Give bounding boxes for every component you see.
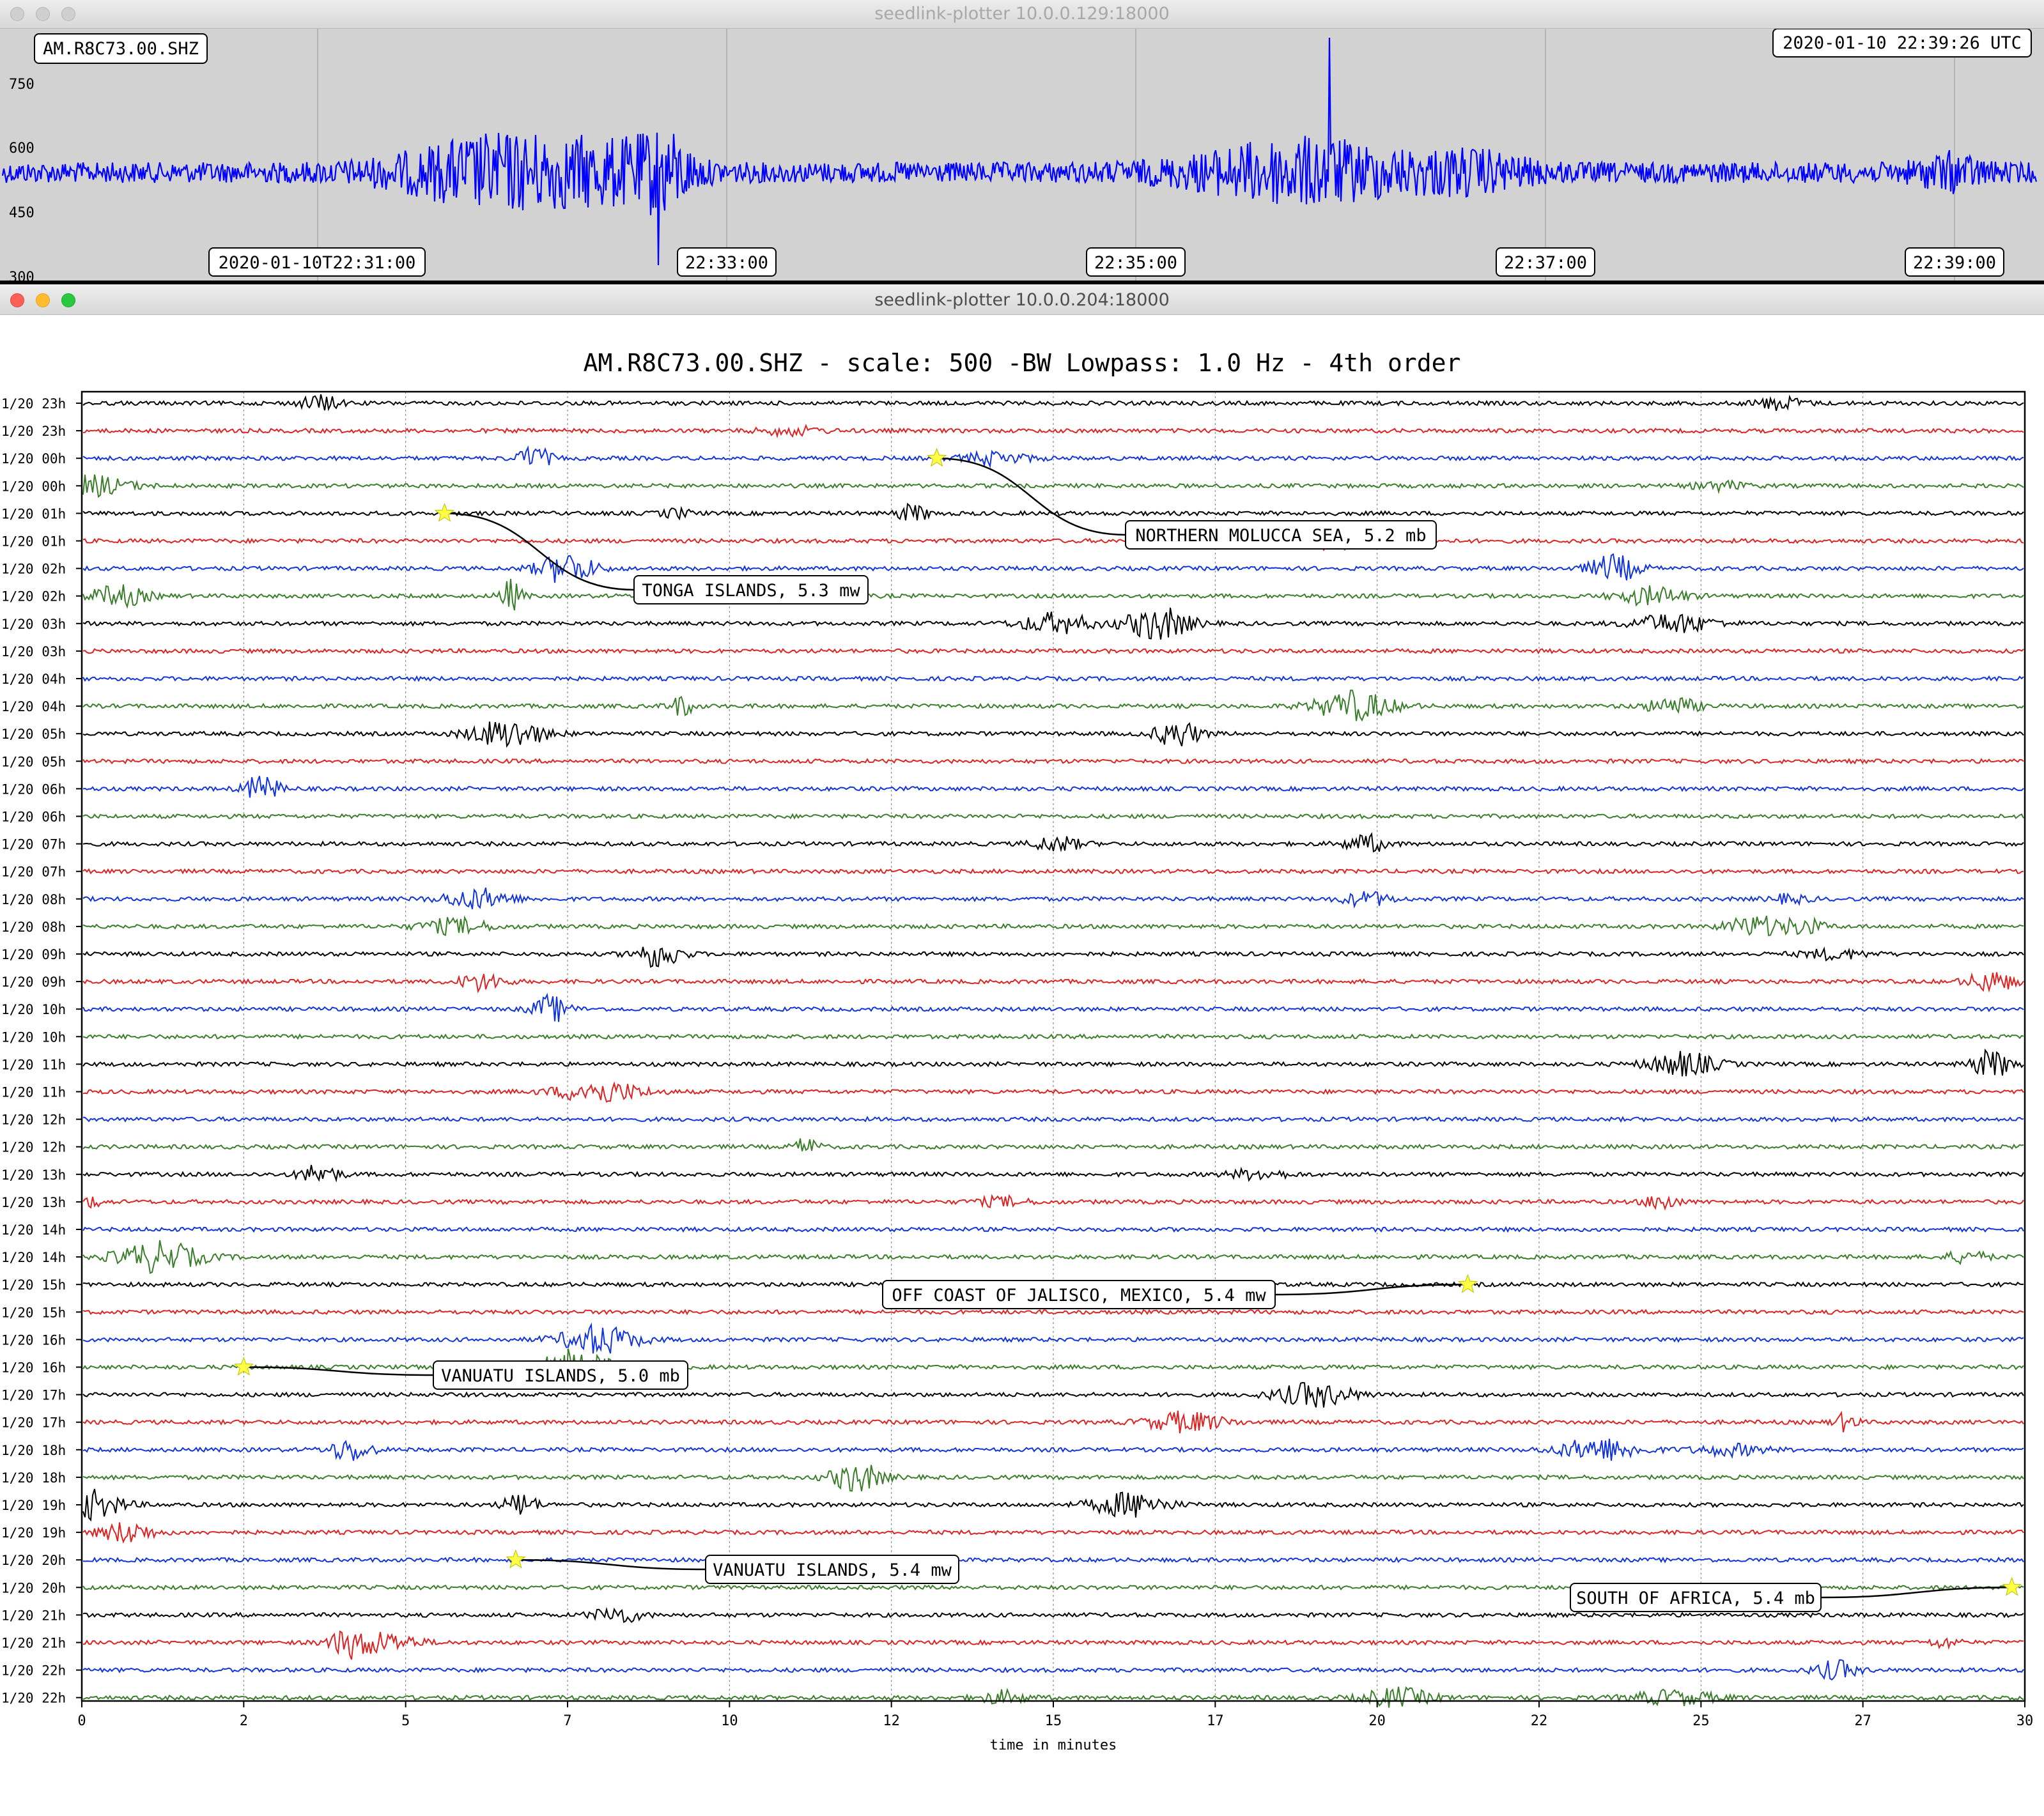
row-time-label: 1/20 19h xyxy=(1,1498,66,1513)
time-label-box: 22:33:00 xyxy=(677,247,777,277)
row-time-label: 1/20 18h xyxy=(1,1470,66,1486)
station-label-box: AM.R8C73.00.SHZ xyxy=(34,33,208,64)
event-label: NORTHERN MOLUCCA SEA, 5.2 mb xyxy=(1135,526,1426,546)
row-time-label: 1/20 04h xyxy=(1,672,66,687)
event-label: VANUATU ISLANDS, 5.4 mw xyxy=(713,1560,952,1580)
station-label: AM.R8C73.00.SHZ xyxy=(43,39,199,59)
y-tick-label: 450 xyxy=(9,205,35,221)
x-tick-label: 7 xyxy=(563,1713,571,1729)
row-time-label: 1/20 02h xyxy=(1,589,66,604)
x-tick-label: 0 xyxy=(77,1713,86,1729)
time-label-box: 2020-01-10T22:31:00 xyxy=(208,247,426,277)
y-tick-label: 750 xyxy=(9,77,35,93)
row-time-label: 1/20 14h xyxy=(1,1250,66,1265)
x-tick-label: 30 xyxy=(2017,1713,2034,1729)
row-time-label: 1/20 08h xyxy=(1,920,66,935)
row-time-label: 1/20 03h xyxy=(1,644,66,659)
row-time-label: 1/20 13h xyxy=(1,1195,66,1210)
row-time-label: 1/20 00h xyxy=(1,479,66,494)
row-time-label: 1/20 01h xyxy=(1,506,66,521)
row-time-label: 1/20 17h xyxy=(1,1388,66,1403)
row-time-label: 1/20 06h xyxy=(1,781,66,797)
bottom-window: seedlink-plotter 10.0.0.204:18000 AM.R8C… xyxy=(0,286,2044,1816)
row-time-label: 1/20 05h xyxy=(1,754,66,769)
row-time-label: 1/20 00h xyxy=(1,451,66,466)
bottom-window-titlebar[interactable]: seedlink-plotter 10.0.0.204:18000 xyxy=(0,286,2044,315)
time-label: 22:33:00 xyxy=(685,253,768,273)
top-window: seedlink-plotter 10.0.0.129:18000 750 60… xyxy=(0,0,2044,284)
row-time-label: 1/20 23h xyxy=(1,396,66,412)
row-time-label: 1/20 05h xyxy=(1,727,66,742)
row-time-label: 1/20 19h xyxy=(1,1525,66,1541)
event-label: SOUTH OF AFRICA, 5.4 mb xyxy=(1576,1589,1815,1608)
row-time-label: 1/20 07h xyxy=(1,837,66,852)
row-time-label: 1/20 22h xyxy=(1,1691,66,1706)
x-tick-label: 22 xyxy=(1531,1713,1548,1729)
top-window-titlebar[interactable]: seedlink-plotter 10.0.0.129:18000 xyxy=(0,0,2044,29)
x-tick-label: 15 xyxy=(1045,1713,1062,1729)
row-time-label: 1/20 15h xyxy=(1,1305,66,1320)
row-time-label: 1/20 11h xyxy=(1,1057,66,1072)
row-time-label: 1/20 09h xyxy=(1,974,66,990)
row-time-label: 1/20 13h xyxy=(1,1167,66,1183)
row-time-label: 1/20 07h xyxy=(1,865,66,880)
x-tick-label: 27 xyxy=(1854,1713,1871,1729)
time-label-box: 22:37:00 xyxy=(1496,247,1595,277)
row-time-label: 1/20 01h xyxy=(1,534,66,550)
row-time-label: 1/20 04h xyxy=(1,699,66,714)
row-time-label: 1/20 23h xyxy=(1,424,66,439)
x-tick-label: 12 xyxy=(883,1713,900,1729)
row-time-label: 1/20 21h xyxy=(1,1608,66,1623)
dayplot: AM.R8C73.00.SHZ - scale: 500 -BW Lowpass… xyxy=(0,315,2044,1816)
timestamp-label-box: 2020-01-10 22:39:26 UTC xyxy=(1772,29,2032,58)
row-time-label: 1/20 16h xyxy=(1,1332,66,1348)
row-time-label: 1/20 18h xyxy=(1,1443,66,1458)
row-time-label: 1/20 14h xyxy=(1,1222,66,1238)
row-time-label: 1/20 02h xyxy=(1,562,66,577)
time-label-box: 22:39:00 xyxy=(1905,247,2004,277)
row-time-label: 1/20 12h xyxy=(1,1140,66,1155)
realtime-waveform-plot: 750 600 450 300 AM.R8C73.00.SHZ 2020-01-… xyxy=(0,29,2044,284)
row-time-label: 1/20 11h xyxy=(1,1085,66,1100)
time-label: 22:39:00 xyxy=(1913,253,1996,273)
time-label: 2020-01-10T22:31:00 xyxy=(219,253,416,273)
row-time-label: 1/20 16h xyxy=(1,1360,66,1376)
time-label: 22:35:00 xyxy=(1094,253,1177,273)
row-time-label: 1/20 20h xyxy=(1,1580,66,1596)
time-label-box: 22:35:00 xyxy=(1086,247,1186,277)
x-tick-label: 20 xyxy=(1368,1713,1386,1729)
plot-title: AM.R8C73.00.SHZ - scale: 500 -BW Lowpass… xyxy=(584,349,1461,377)
row-time-label: 1/20 06h xyxy=(1,810,66,825)
x-axis-label: time in minutes xyxy=(990,1737,1117,1753)
top-window-title: seedlink-plotter 10.0.0.129:18000 xyxy=(874,4,1170,24)
time-label: 22:37:00 xyxy=(1504,253,1587,273)
x-tick-label: 17 xyxy=(1207,1713,1224,1729)
x-tick-label: 2 xyxy=(240,1713,248,1729)
event-label: VANUATU ISLANDS, 5.0 mb xyxy=(441,1366,680,1386)
row-time-label: 1/20 12h xyxy=(1,1112,66,1128)
row-time-label: 1/20 09h xyxy=(1,947,66,962)
row-time-label: 1/20 08h xyxy=(1,892,66,907)
event-label: OFF COAST OF JALISCO, MEXICO, 5.4 mw xyxy=(892,1286,1266,1305)
timestamp-label: 2020-01-10 22:39:26 UTC xyxy=(1783,33,2022,53)
row-time-label: 1/20 17h xyxy=(1,1415,66,1431)
row-time-label: 1/20 03h xyxy=(1,617,66,632)
x-tick-label: 25 xyxy=(1692,1713,1710,1729)
row-time-label: 1/20 22h xyxy=(1,1663,66,1679)
x-tick-label: 10 xyxy=(721,1713,738,1729)
row-time-label: 1/20 10h xyxy=(1,1002,66,1017)
row-time-label: 1/20 20h xyxy=(1,1553,66,1568)
y-tick-label: 600 xyxy=(9,141,35,157)
row-time-label: 1/20 10h xyxy=(1,1029,66,1045)
bottom-window-title: seedlink-plotter 10.0.0.204:18000 xyxy=(874,290,1170,310)
row-time-label: 1/20 15h xyxy=(1,1277,66,1293)
x-tick-label: 5 xyxy=(401,1713,410,1729)
row-time-label: 1/20 21h xyxy=(1,1636,66,1651)
event-label: TONGA ISLANDS, 5.3 mw xyxy=(642,581,860,601)
